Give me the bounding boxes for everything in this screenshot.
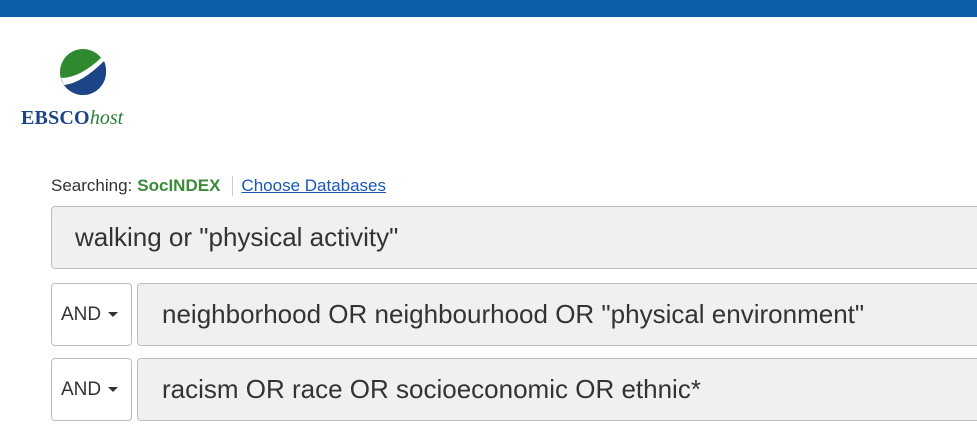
ebsco-logo[interactable]: EBSCOhost [21,47,161,132]
operator-label: AND [61,378,102,400]
logo-brand: EBSCO [21,107,90,129]
caret-down-icon [108,387,119,392]
ebsco-globe-icon [60,49,107,96]
caret-down-icon [108,312,119,317]
boolean-operator-select-2[interactable]: AND [51,283,132,346]
logo-suffix: host [89,107,124,129]
logo-wordmark: EBSCOhost [21,107,123,130]
choose-databases-link[interactable]: Choose Databases [241,176,386,196]
search-input-3[interactable]: racism OR race OR socioeconomic OR ethni… [137,358,977,421]
search-input-2[interactable]: neighborhood OR neighbourhood OR "physic… [137,283,977,346]
boolean-operator-select-3[interactable]: AND [51,358,132,421]
top-bar [0,0,977,17]
searching-line: Searching: SocINDEX Choose Databases [51,176,386,196]
searching-label: Searching: [51,176,133,195]
operator-label: AND [61,303,102,325]
database-name: SocINDEX [137,176,221,195]
search-input-1[interactable]: walking or "physical activity" [51,206,977,269]
divider [232,176,234,196]
